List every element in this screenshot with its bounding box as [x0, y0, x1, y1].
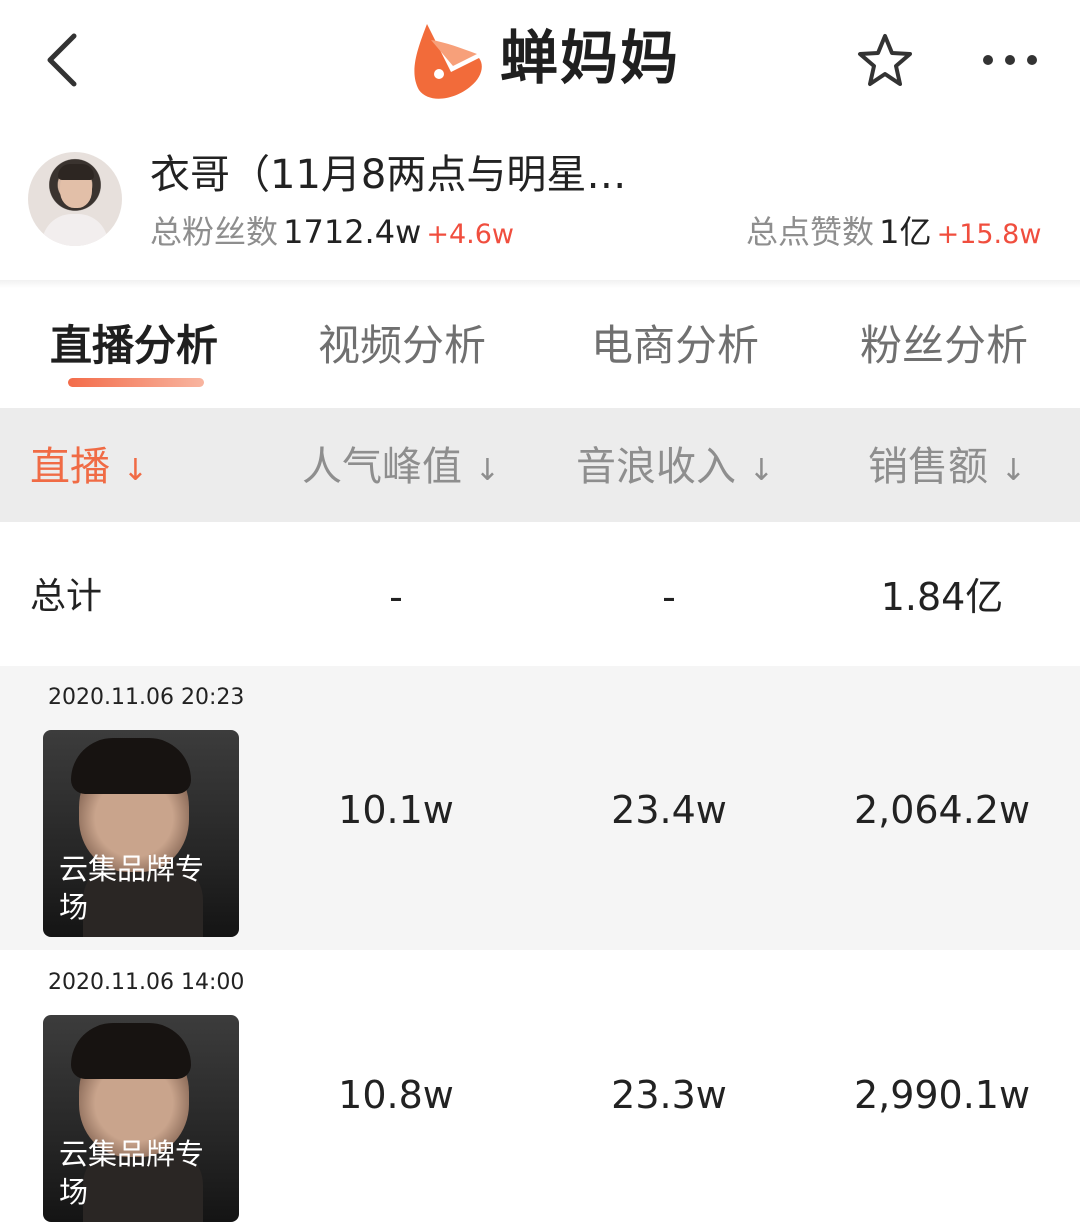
total-peak: -	[389, 575, 403, 619]
tab-fans-analysis[interactable]: 粉丝分析	[860, 318, 1028, 374]
sort-down-icon: ↓	[748, 453, 774, 488]
app-name: 蝉妈妈	[500, 24, 681, 92]
sales-value: 2,064.2w	[853, 788, 1031, 832]
live-date: 2020.11.06 14:00	[48, 970, 245, 995]
likes-stat: 总点赞数 1亿 +15.8w	[746, 210, 1041, 257]
live-title: 云集品牌专 场	[59, 852, 205, 924]
streamer-name: 衣哥（11月8两点与明星…	[150, 152, 627, 198]
live-title: 云集品牌专 场	[59, 1137, 205, 1209]
column-peak-sort[interactable]: 人气峰值 ↓	[302, 440, 500, 498]
chanmama-logo-icon	[414, 24, 482, 99]
income-value: 23.4w	[611, 788, 727, 832]
tab-ecommerce-analysis[interactable]: 电商分析	[591, 318, 759, 374]
live-cover-thumbnail[interactable]: 云集品牌专 场	[43, 730, 239, 937]
more-dots-icon[interactable]	[980, 48, 1040, 72]
active-tab-indicator	[68, 378, 204, 387]
column-sales-sort[interactable]: 销售额 ↓	[868, 440, 1026, 498]
fans-value: 1712.4w	[283, 213, 422, 251]
income-value: 23.3w	[611, 1073, 727, 1117]
column-income-sort[interactable]: 音浪收入 ↓	[576, 440, 774, 498]
tab-live-analysis[interactable]: 直播分析	[50, 318, 218, 374]
peak-value: 10.1w	[338, 788, 454, 832]
star-icon[interactable]	[856, 32, 914, 90]
live-date: 2020.11.06 20:23	[48, 685, 245, 710]
total-sales: 1.84亿	[880, 575, 1004, 619]
sales-value: 2,990.1w	[853, 1073, 1031, 1117]
likes-delta: +15.8w	[936, 219, 1042, 250]
tab-video-analysis[interactable]: 视频分析	[318, 318, 486, 374]
total-income: -	[662, 575, 676, 619]
fans-delta: +4.6w	[426, 219, 514, 250]
avatar[interactable]	[28, 152, 122, 246]
sort-down-icon: ↓	[1000, 453, 1026, 488]
column-live-sort[interactable]: 直播 ↓	[30, 440, 148, 498]
sort-down-icon: ↓	[122, 453, 148, 488]
column-peak-label: 人气峰值	[302, 444, 462, 490]
fans-stat: 总粉丝数 1712.4w +4.6w	[150, 210, 514, 257]
column-sales-label: 销售额	[868, 444, 988, 490]
likes-value: 1亿	[879, 213, 932, 251]
column-income-label: 音浪收入	[576, 444, 736, 490]
live-cover-thumbnail[interactable]: 云集品牌专 场	[43, 1015, 239, 1222]
total-label: 总计	[30, 576, 103, 617]
chevron-left-icon[interactable]	[40, 30, 88, 90]
sort-down-icon: ↓	[474, 453, 500, 488]
fans-label: 总粉丝数	[150, 213, 279, 251]
column-live-label: 直播	[30, 444, 110, 490]
peak-value: 10.8w	[338, 1073, 454, 1117]
divider	[0, 280, 1080, 288]
likes-label: 总点赞数	[746, 213, 875, 251]
